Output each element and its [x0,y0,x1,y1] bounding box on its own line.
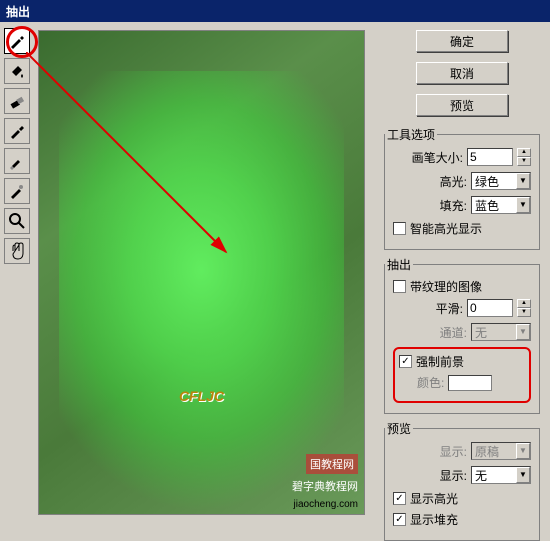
highlight-color-select[interactable]: 绿色▼ [471,172,531,190]
tool-options-group: 工具选项 画笔大小: ▲▼ 高光: 绿色▼ 填充: 蓝色▼ 智能高光显示 [384,134,540,250]
brush-size-spinner[interactable]: ▲▼ [517,148,531,166]
canvas-area: CFLJC 国教程网 碧字典教程网 jiaocheng.com [34,22,374,523]
canvas[interactable]: CFLJC 国教程网 碧字典教程网 jiaocheng.com [38,30,365,515]
cancel-button[interactable]: 取消 [416,62,508,84]
watermark-logo: CFLJC [179,388,224,404]
chevron-down-icon[interactable]: ▼ [517,308,531,317]
brush-size-input[interactable] [467,148,513,166]
preview-button[interactable]: 预览 [416,94,508,116]
chevron-down-icon: ▼ [516,443,530,459]
channel-label: 通道: [440,324,467,341]
hand-icon [8,242,26,260]
chevron-down-icon: ▼ [516,197,530,213]
hand-tool[interactable] [4,238,30,264]
options-panel: 确定 取消 预览 工具选项 画笔大小: ▲▼ 高光: 绿色▼ 填充: 蓝色▼ 智… [374,22,550,523]
fill-color-label: 填充: [440,197,467,214]
show-highlight-label: 显示高光 [410,490,458,507]
zoom-icon [8,212,26,230]
smooth-spinner[interactable]: ▲▼ [517,299,531,317]
window-title: 抽出 [6,5,30,19]
textured-image-checkbox[interactable] [393,280,406,293]
fill-tool[interactable] [4,58,30,84]
force-foreground-label: 强制前景 [416,353,464,370]
eyedropper-icon [8,122,26,140]
chevron-up-icon[interactable]: ▲ [517,299,531,308]
show-fill-label: 显示堆充 [410,511,458,528]
edge-touchup-tool[interactable] [4,178,30,204]
show-label: 显示: [440,467,467,484]
touchup-icon [8,182,26,200]
watermark-text: 碧字典教程网 [292,478,358,494]
force-foreground-checkbox[interactable]: ✓ [399,355,412,368]
show-fill-checkbox[interactable]: ✓ [393,513,406,526]
eyedropper-tool[interactable] [4,118,30,144]
preview-group: 预览 显示: 原稿▼ 显示: 无▼ ✓ 显示高光 ✓ 显示堆充 [384,428,540,541]
show-select[interactable]: 无▼ [471,466,531,484]
eraser-tool[interactable] [4,88,30,114]
chevron-down-icon: ▼ [516,173,530,189]
color-label: 颜色: [417,374,444,391]
smart-highlight-checkbox[interactable] [393,222,406,235]
extract-label: 抽出 [385,256,413,273]
preview-group-label: 预览 [385,420,413,437]
chevron-down-icon: ▼ [516,467,530,483]
force-foreground-highlight: ✓ 强制前景 颜色: [393,347,531,403]
foreground-color-swatch[interactable] [448,375,492,391]
toolbar [0,22,34,523]
ok-button[interactable]: 确定 [416,30,508,52]
fill-color-select[interactable]: 蓝色▼ [471,196,531,214]
smooth-label: 平滑: [436,300,463,317]
chevron-up-icon[interactable]: ▲ [517,148,531,157]
textured-image-label: 带纹理的图像 [410,278,482,295]
bucket-icon [8,62,26,80]
zoom-tool[interactable] [4,208,30,234]
chevron-down-icon: ▼ [516,324,530,340]
extract-group: 抽出 带纹理的图像 平滑: ▲▼ 通道: 无▼ ✓ 强制前景 颜色: [384,264,540,414]
cleanup-tool[interactable] [4,148,30,174]
channel-select: 无▼ [471,323,531,341]
chevron-down-icon[interactable]: ▼ [517,157,531,166]
watermark-badge: 国教程网 [306,454,358,474]
highlight-overlay [59,71,344,514]
tool-options-label: 工具选项 [385,126,437,143]
smart-highlight-label: 智能高光显示 [410,220,482,237]
marker-icon [8,32,26,50]
watermark-url: jiaocheng.com [294,499,358,510]
title-bar: 抽出 [0,0,550,22]
eraser-icon [8,92,26,110]
display-label: 显示: [440,443,467,460]
display-select: 原稿▼ [471,442,531,460]
smooth-input[interactable] [467,299,513,317]
edge-highlighter-tool[interactable] [4,28,30,54]
cleanup-icon [8,152,26,170]
highlight-color-label: 高光: [440,173,467,190]
brush-size-label: 画笔大小: [412,149,463,166]
show-highlight-checkbox[interactable]: ✓ [393,492,406,505]
